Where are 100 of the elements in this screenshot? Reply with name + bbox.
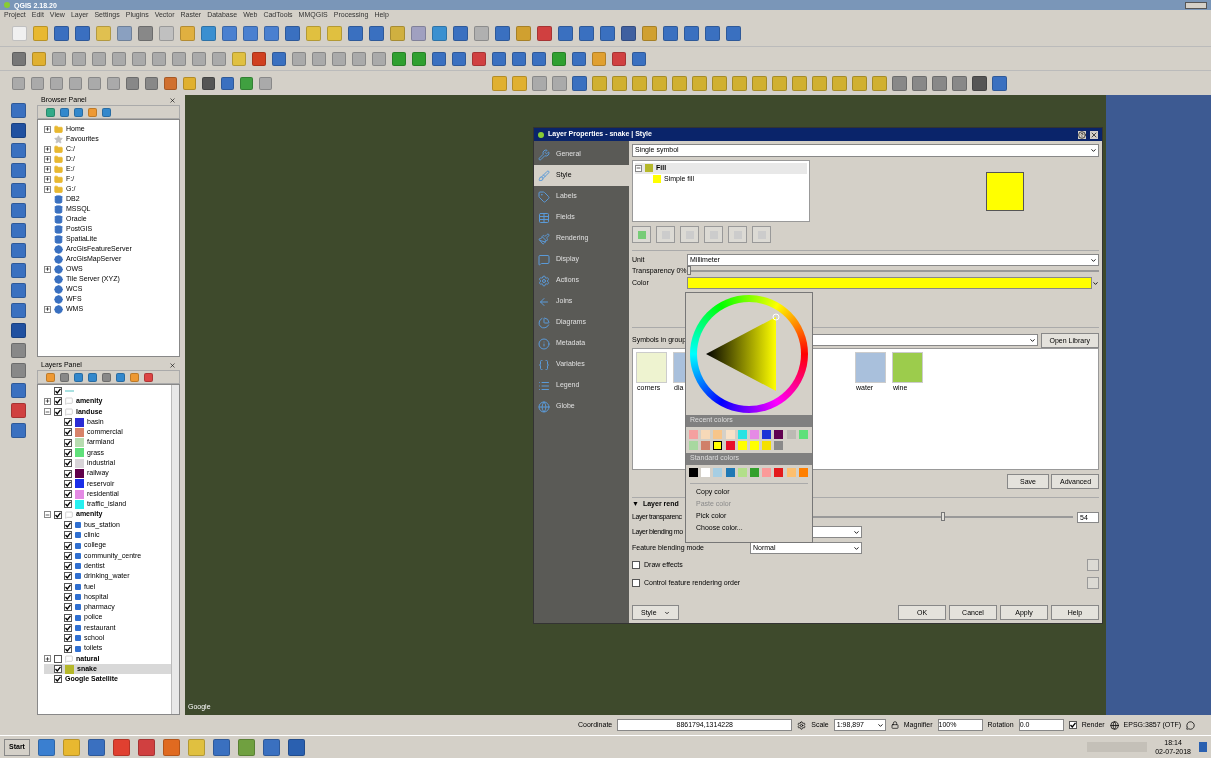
checkbox[interactable] — [632, 579, 640, 587]
color-button[interactable] — [687, 277, 1092, 289]
toolbar-icon[interactable] — [202, 76, 215, 90]
toolbar-icon[interactable] — [432, 51, 446, 66]
toolbar-icon[interactable] — [492, 51, 506, 66]
checkbox[interactable] — [64, 448, 72, 457]
checkbox[interactable] — [64, 562, 72, 571]
toolbar-icon[interactable] — [392, 51, 406, 66]
window-controls-icon[interactable] — [1185, 1, 1207, 9]
color-swatch[interactable] — [774, 468, 784, 477]
checkbox[interactable] — [54, 675, 62, 684]
checkbox[interactable] — [64, 438, 72, 447]
checkbox[interactable] — [64, 428, 72, 437]
toolbar-icon[interactable] — [992, 75, 1007, 91]
checkbox[interactable] — [64, 500, 72, 509]
checkbox[interactable] — [64, 541, 72, 550]
checkbox[interactable] — [64, 572, 72, 581]
checkbox[interactable] — [64, 613, 72, 622]
globe-icon[interactable] — [1109, 720, 1119, 730]
checkbox[interactable] — [64, 603, 72, 612]
color-swatch[interactable] — [725, 430, 735, 439]
color-swatch[interactable] — [786, 430, 796, 439]
tool-button[interactable] — [1087, 577, 1099, 589]
toolbar-icon[interactable] — [137, 738, 155, 756]
color-swatch[interactable] — [689, 468, 698, 477]
toolbar-icon[interactable] — [37, 738, 55, 756]
expand-icon[interactable] — [44, 155, 51, 163]
toolbar-icon[interactable] — [632, 51, 646, 66]
checkbox[interactable] — [64, 521, 72, 529]
toolbar-icon[interactable] — [212, 738, 230, 756]
toolbar-icon[interactable] — [126, 76, 139, 90]
checkbox[interactable] — [64, 479, 72, 488]
color-swatch[interactable] — [798, 430, 808, 439]
toolbar-icon[interactable] — [912, 75, 927, 91]
tool-button[interactable] — [656, 226, 675, 243]
color-swatch[interactable] — [689, 441, 698, 450]
collapse-icon[interactable] — [44, 408, 51, 416]
color-swatch[interactable] — [737, 430, 747, 439]
checkbox[interactable] — [64, 459, 72, 468]
toolbar-icon[interactable] — [252, 51, 266, 66]
toolbar-icon[interactable] — [145, 76, 158, 90]
toolbar-icon[interactable] — [572, 51, 586, 66]
expand-icon[interactable] — [44, 185, 51, 193]
help-icon[interactable] — [1078, 130, 1086, 139]
color-swatch[interactable] — [750, 468, 759, 477]
tool-button[interactable] — [680, 226, 699, 243]
color-swatch[interactable] — [725, 441, 735, 450]
expand-icon[interactable] — [44, 397, 51, 405]
color-swatch[interactable] — [737, 441, 747, 450]
toolbar-icon[interactable] — [87, 738, 105, 756]
expand-icon[interactable] — [44, 175, 51, 183]
tool-button[interactable] — [1087, 559, 1099, 571]
checkbox[interactable] — [64, 469, 72, 478]
color-swatch[interactable] — [689, 430, 698, 439]
checkbox[interactable] — [64, 634, 72, 643]
tool-button[interactable] — [728, 226, 747, 243]
expand-icon[interactable] — [44, 125, 51, 133]
tool-button[interactable] — [704, 226, 723, 243]
toolbar-icon[interactable] — [892, 75, 907, 91]
color-swatch[interactable] — [750, 430, 759, 439]
gear-icon[interactable] — [797, 720, 807, 730]
checkbox[interactable] — [64, 623, 72, 632]
tool-button[interactable] — [752, 226, 771, 243]
lock-icon[interactable] — [890, 721, 899, 729]
expand-icon[interactable] — [44, 165, 51, 173]
scrollbar[interactable] — [171, 385, 179, 714]
toolbar-icon[interactable] — [240, 76, 253, 90]
checkbox[interactable] — [54, 397, 62, 406]
checkbox[interactable] — [64, 593, 72, 602]
close-icon[interactable] — [1090, 130, 1098, 139]
checkbox[interactable] — [54, 407, 62, 416]
toolbar-icon[interactable] — [412, 51, 426, 66]
color-swatch[interactable] — [713, 430, 723, 439]
close-icon[interactable] — [169, 361, 176, 369]
toolbar-icon[interactable] — [452, 51, 466, 66]
collapse-icon[interactable] — [44, 511, 51, 519]
expand-icon[interactable] — [44, 265, 51, 273]
color-swatch[interactable] — [798, 468, 808, 477]
checkbox[interactable] — [64, 490, 72, 499]
checkbox[interactable] — [632, 561, 640, 569]
color-swatch[interactable] — [737, 468, 747, 477]
checkbox[interactable] — [64, 644, 72, 653]
color-swatch[interactable] — [701, 430, 711, 439]
color-swatch[interactable] — [701, 468, 711, 477]
color-swatch[interactable] — [750, 441, 759, 450]
messages-icon[interactable] — [1186, 720, 1196, 730]
checkbox[interactable] — [54, 387, 62, 396]
checkbox[interactable] — [64, 582, 72, 591]
toolbar-icon[interactable] — [262, 738, 280, 756]
color-swatch[interactable] — [786, 468, 796, 477]
checkbox[interactable] — [64, 531, 72, 540]
checkbox[interactable] — [54, 510, 62, 519]
toolbar-icon[interactable] — [972, 75, 987, 91]
color-swatch[interactable] — [713, 468, 723, 477]
expand-icon[interactable] — [44, 655, 51, 663]
checkbox[interactable] — [64, 551, 72, 560]
expand-icon[interactable] — [44, 305, 51, 313]
toolbar-icon[interactable] — [612, 51, 626, 66]
color-swatch[interactable] — [762, 430, 772, 439]
color-swatch[interactable] — [774, 430, 784, 439]
